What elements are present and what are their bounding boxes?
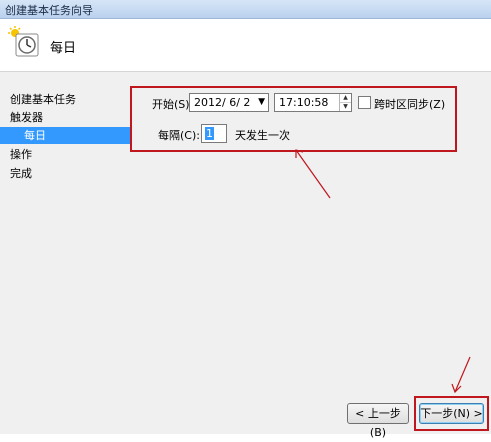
- page-title: 每日: [50, 41, 77, 56]
- next-button[interactable]: 下一步(N) >: [419, 403, 484, 424]
- wizard-body: 创建基本任务 触发器 每日 操作 完成 开始(S): 2012/ 6/ 2 ▼ …: [0, 72, 491, 439]
- clock-icon: [8, 26, 39, 57]
- window-title: 创建基本任务向导: [5, 4, 93, 17]
- annotation-arrows: [295, 149, 471, 394]
- wizard-header: 每日: [0, 19, 491, 72]
- title-bar: 创建基本任务向导: [0, 0, 491, 19]
- back-button[interactable]: < 上一步(B): [347, 403, 409, 439]
